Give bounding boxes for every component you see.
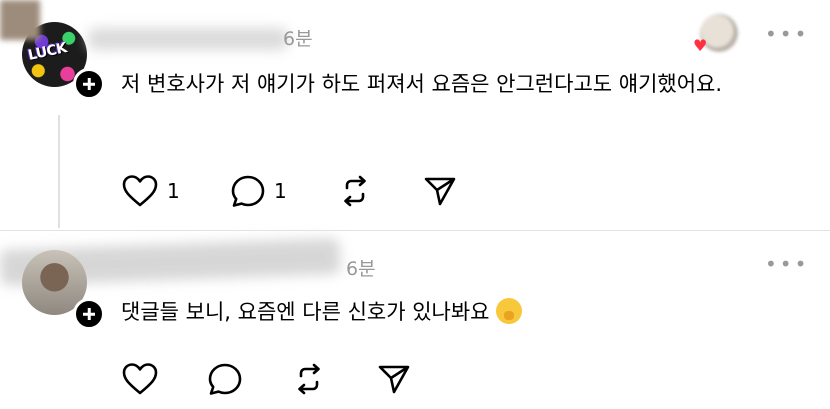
follow-plus-button[interactable] [73, 298, 105, 330]
share-button[interactable] [423, 175, 457, 207]
repost-button[interactable] [338, 174, 372, 208]
timestamp: 6분 [283, 28, 313, 50]
thread-line [58, 115, 60, 228]
reply-button[interactable] [207, 362, 243, 396]
timestamp: 6분 [346, 258, 376, 280]
repost-icon [298, 363, 320, 395]
divider [0, 230, 830, 231]
heart-icon [122, 175, 158, 207]
comment-text: 저 변호사가 저 얘기가 하도 퍼져서 요즘은 안그런다고도 얘기했어요. [121, 72, 723, 96]
more-options-button[interactable]: ••• [765, 252, 809, 276]
comment-text-wrap: 댓글들 보니, 요즘엔 다른 신호가 있나봐요 [121, 294, 761, 330]
like-button[interactable]: 1 [121, 174, 180, 208]
heart-icon [122, 363, 158, 395]
repost-button[interactable] [292, 362, 326, 396]
repost-icon [344, 175, 366, 207]
send-icon [424, 177, 456, 206]
reply-count: 1 [274, 179, 287, 203]
share-button[interactable] [377, 363, 411, 395]
follow-plus-button[interactable] [73, 68, 105, 100]
avatar-label: LUCK [26, 40, 69, 64]
like-count: 1 [167, 179, 180, 203]
username-redacted [88, 28, 288, 50]
avatar-redacted [0, 0, 40, 40]
face-with-hand-over-mouth-icon [495, 298, 522, 324]
comment-bubble-icon [231, 175, 265, 207]
comment-bubble-icon [208, 363, 242, 395]
more-options-button[interactable]: ••• [765, 22, 809, 46]
send-icon [378, 365, 410, 394]
like-button[interactable] [121, 362, 159, 396]
comment-text: 댓글들 보니, 요즘엔 다른 신호가 있나봐요 [121, 300, 490, 324]
author-liked-heart-icon: ♥ [693, 36, 708, 55]
reply-button[interactable]: 1 [230, 174, 287, 208]
